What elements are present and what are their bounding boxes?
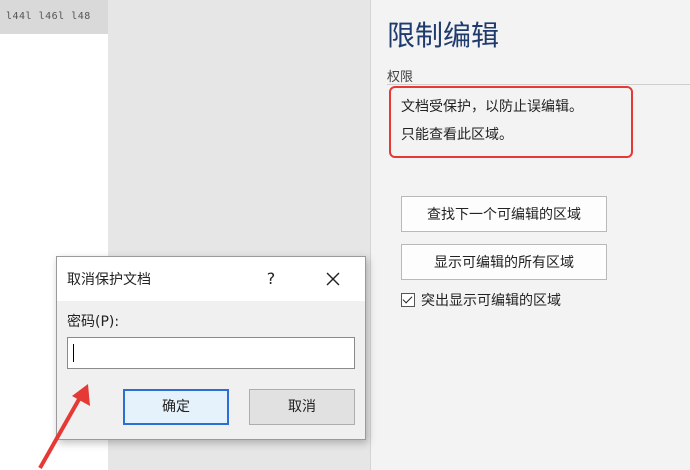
- annotation-arrow-icon: [38, 384, 90, 469]
- highlight-editable-regions-option[interactable]: 突出显示可编辑的区域: [401, 290, 561, 310]
- section-divider: [387, 84, 690, 85]
- highlight-checkbox-label: 突出显示可编辑的区域: [421, 293, 561, 309]
- help-button[interactable]: ?: [257, 265, 285, 293]
- highlight-checkbox[interactable]: [401, 293, 415, 307]
- close-icon[interactable]: [319, 265, 347, 293]
- restrict-editing-pane: 限制编辑 权限 文档受保护，以防止误编辑。 只能查看此区域。 查找下一个可编辑的…: [370, 0, 690, 470]
- dialog-titlebar[interactable]: 取消保护文档 ?: [57, 257, 365, 301]
- dialog-title: 取消保护文档: [67, 272, 151, 288]
- ruler-ticks: l44l l46l l48: [6, 11, 91, 22]
- text-caret: [73, 344, 74, 362]
- find-next-editable-region-button[interactable]: 查找下一个可编辑的区域: [401, 196, 607, 232]
- annotation-highlight-box: [389, 86, 633, 158]
- password-label: 密码(P):: [67, 314, 120, 330]
- permissions-label: 权限: [387, 70, 414, 85]
- pane-title: 限制编辑: [387, 19, 500, 52]
- ok-button[interactable]: 确定: [123, 389, 229, 425]
- cancel-button[interactable]: 取消: [249, 389, 355, 425]
- unprotect-document-dialog: 取消保护文档 ? 密码(P): 确定 取消: [56, 256, 366, 440]
- horizontal-ruler: l44l l46l l48: [0, 0, 108, 34]
- show-all-editable-regions-button[interactable]: 显示可编辑的所有区域: [401, 244, 607, 280]
- dialog-body: 密码(P): 确定 取消: [57, 301, 365, 439]
- password-input[interactable]: [67, 337, 355, 369]
